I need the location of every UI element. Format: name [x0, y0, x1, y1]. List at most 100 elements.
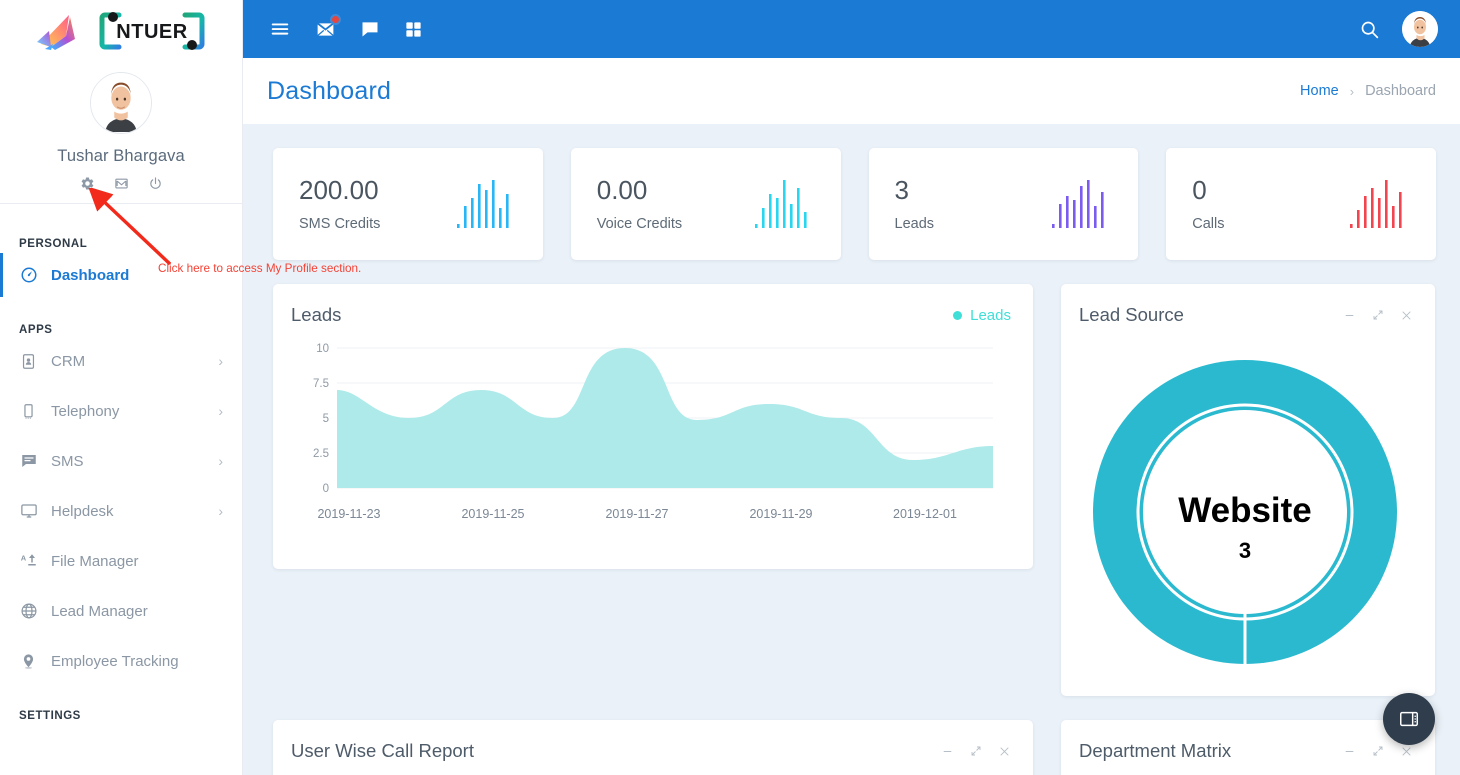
sidebar-item-label: File Manager: [51, 552, 139, 570]
minimize-icon[interactable]: [1343, 309, 1356, 322]
expand-icon[interactable]: [970, 745, 982, 757]
notification-badge: [330, 13, 341, 25]
card-title: Department Matrix: [1079, 740, 1232, 761]
grid-apps-icon[interactable]: [404, 20, 423, 39]
dashboard-content: 200.00 SMS Credits 0.00 Voice Credits 3 …: [243, 124, 1460, 775]
department-matrix-card: Department Matrix: [1061, 720, 1435, 775]
profile-name: Tushar Bhargava: [57, 147, 185, 165]
sidebar-item-label: Telephony: [51, 402, 120, 420]
sidebar-item-sms[interactable]: SMS ›: [0, 436, 242, 486]
chart-legend[interactable]: Leads: [953, 307, 1011, 324]
sidebar-item-telephony[interactable]: Telephony ›: [0, 386, 242, 436]
stat-label: SMS Credits: [299, 215, 381, 232]
annotation-text: Click here to access My Profile section.: [158, 262, 362, 275]
sparkline-bars-icon: [754, 180, 807, 228]
stat-value: 3: [894, 175, 909, 206]
donut-center-value: 3: [1239, 538, 1251, 563]
chevron-right-icon: ›: [218, 453, 223, 469]
card-title: Leads: [291, 304, 342, 325]
search-icon[interactable]: [1359, 19, 1380, 40]
envelope-icon[interactable]: [315, 13, 341, 40]
stat-card-sms-credits[interactable]: 200.00 SMS Credits: [273, 148, 543, 260]
svg-text:2019-12-01: 2019-12-01: [893, 507, 957, 521]
sidebar-item-label: SMS: [51, 452, 84, 470]
svg-text:A: A: [20, 553, 26, 562]
avatar-illustration: [1402, 11, 1438, 47]
svg-text:10: 10: [316, 343, 329, 355]
svg-text:NTUER: NTUER: [116, 21, 187, 43]
minimize-icon[interactable]: [941, 745, 954, 758]
user-wise-call-report-card: User Wise Call Report: [273, 720, 1033, 775]
breadcrumb-current: Dashboard: [1365, 83, 1436, 99]
svg-text:2.5: 2.5: [313, 448, 329, 460]
breadcrumb-home[interactable]: Home: [1300, 83, 1339, 99]
chat-bubble-icon[interactable]: [360, 19, 380, 39]
svg-text:0: 0: [323, 483, 329, 495]
monitor-icon: [19, 502, 38, 521]
stat-cards: 200.00 SMS Credits 0.00 Voice Credits 3 …: [273, 148, 1436, 260]
expand-icon[interactable]: [1372, 745, 1384, 757]
contact-card-icon: [19, 352, 38, 371]
sidebar-item-file-manager[interactable]: A File Manager: [0, 536, 242, 586]
area-chart-svg: 10 7.5 5 2.5 0 2019-11-23 2019-11-25 201…: [313, 343, 993, 521]
stat-card-calls[interactable]: 0 Calls: [1166, 148, 1436, 260]
chevron-right-icon: ›: [218, 503, 223, 519]
sparkline-bars-icon: [456, 180, 509, 228]
sparkline-bars-icon: [1350, 180, 1402, 228]
stat-label: Leads: [894, 215, 935, 232]
main-area: Dashboard Home › Dashboard 200.00 SMS Cr…: [243, 0, 1460, 775]
svg-text:2019-11-27: 2019-11-27: [605, 507, 668, 521]
svg-text:7.5: 7.5: [313, 378, 329, 390]
sidebar-item-lead-manager[interactable]: Lead Manager: [0, 586, 242, 636]
sidebar-item-helpdesk[interactable]: Helpdesk ›: [0, 486, 242, 536]
svg-text:2019-11-29: 2019-11-29: [749, 507, 812, 521]
sidebar-item-employee-tracking[interactable]: Employee Tracking: [0, 636, 242, 686]
sidebar-item-crm[interactable]: CRM ›: [0, 336, 242, 386]
page-header: Dashboard Home › Dashboard: [243, 58, 1460, 124]
svg-text:5: 5: [323, 413, 329, 425]
nav-heading-settings: SETTINGS: [19, 710, 81, 722]
avatar-illustration: [91, 73, 151, 132]
close-icon[interactable]: [998, 745, 1011, 758]
close-icon[interactable]: [1400, 309, 1413, 322]
stat-label: Voice Credits: [596, 215, 683, 232]
lead-source-card: Lead Source Website 3: [1061, 284, 1435, 696]
stat-value: 0.00: [596, 175, 648, 206]
profile-avatar[interactable]: [90, 72, 152, 134]
stat-value: 0: [1192, 175, 1207, 206]
hamburger-menu-icon[interactable]: [269, 18, 291, 40]
stat-label: Calls: [1192, 215, 1225, 232]
sidebar: NTUER Tushar Bhargava PERSONAL Dashboard…: [0, 0, 243, 775]
card-title: User Wise Call Report: [291, 740, 474, 761]
leads-chart-card: Leads Leads 10 7.5 5 2.5 0 2019-11-23 20…: [273, 284, 1033, 569]
close-icon[interactable]: [1400, 745, 1413, 758]
sidebar-item-label: Lead Manager: [51, 602, 148, 620]
brand-logo[interactable]: NTUER: [0, 0, 242, 58]
stat-card-voice-credits[interactable]: 0.00 Voice Credits: [570, 148, 841, 260]
dashboard-page: NTUER Tushar Bhargava PERSONAL Dashboard…: [0, 0, 1460, 775]
topbar: [243, 0, 1460, 58]
card-title: Lead Source: [1079, 304, 1184, 325]
minimize-icon[interactable]: [1343, 745, 1356, 758]
file-upload-icon: A: [19, 552, 38, 571]
svg-text:2019-11-23: 2019-11-23: [317, 507, 380, 521]
dashboard-icon: [19, 266, 38, 285]
sidebar-item-label: Helpdesk: [51, 502, 114, 520]
chevron-right-icon: ›: [218, 403, 223, 419]
theme-panel-icon: [1400, 711, 1418, 727]
legend-label: Leads: [970, 306, 1011, 324]
sidebar-item-label: Employee Tracking: [51, 652, 179, 670]
theme-panel-button[interactable]: [1383, 693, 1435, 745]
lead-source-donut: Website 3: [1061, 326, 1435, 684]
annotation-arrow-icon: [88, 188, 172, 266]
globe-icon: [19, 602, 38, 621]
expand-icon[interactable]: [1372, 309, 1384, 321]
chat-message-icon: [19, 452, 38, 471]
page-title: Dashboard: [267, 76, 392, 105]
stat-value: 200.00: [299, 175, 379, 206]
user-avatar[interactable]: [1402, 11, 1438, 47]
mobile-phone-icon: [19, 402, 38, 421]
map-pin-icon: [19, 652, 38, 671]
stat-card-leads[interactable]: 3 Leads: [868, 148, 1139, 260]
rocket-logo-icon: [37, 15, 75, 50]
